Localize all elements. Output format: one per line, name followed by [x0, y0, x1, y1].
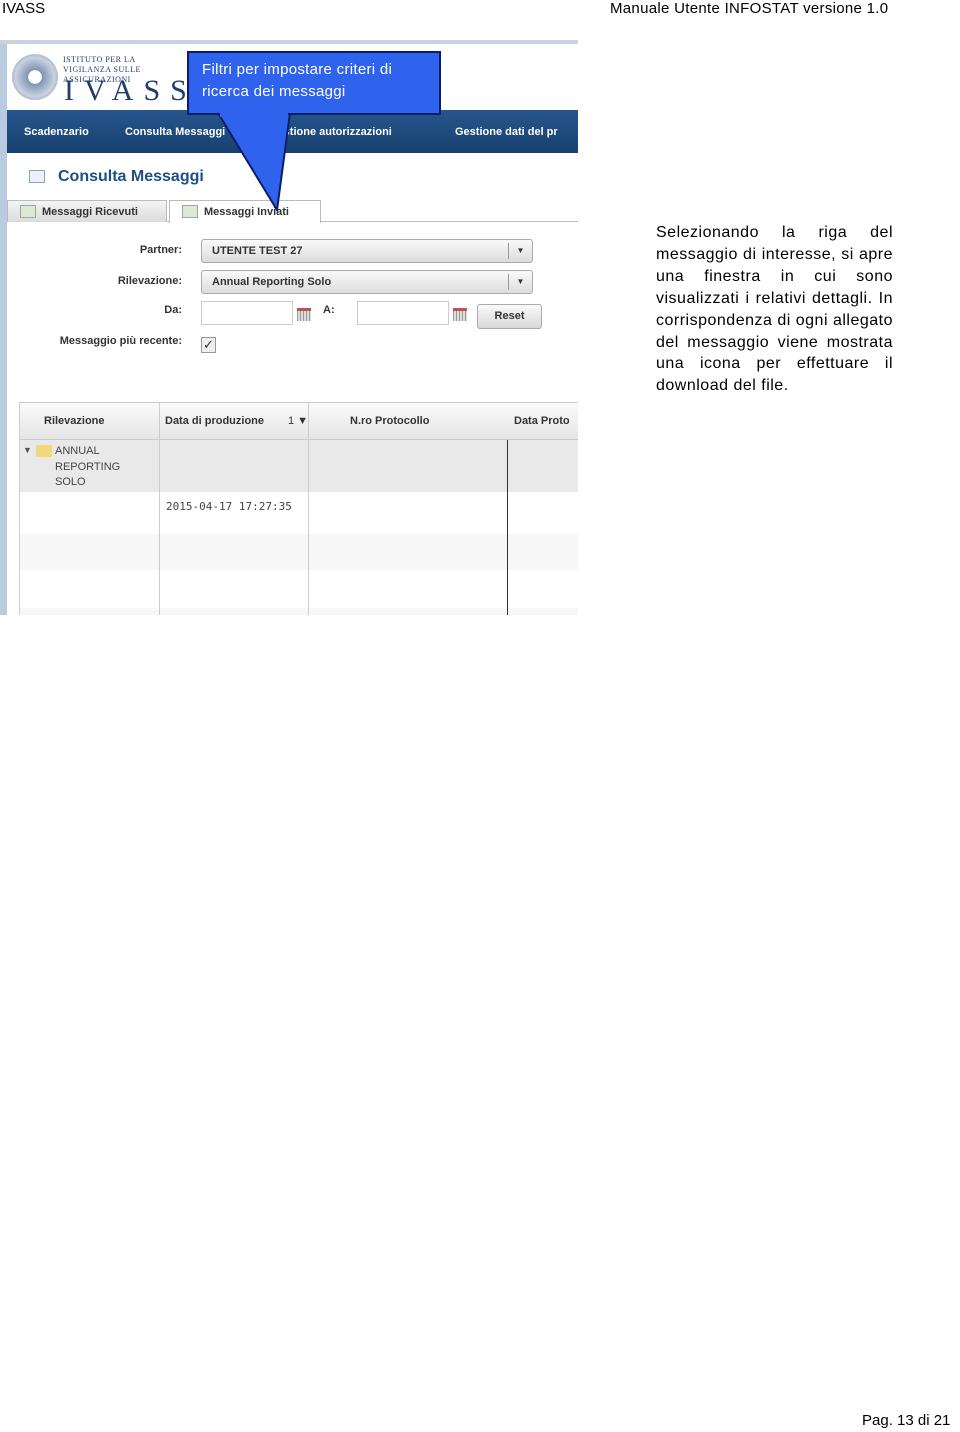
callout-arrow: [216, 112, 292, 213]
rilevazione-select[interactable]: Annual Reporting Solo ▼: [201, 270, 533, 294]
row-stripe: [20, 608, 578, 615]
col-protocollo[interactable]: N.ro Protocollo: [350, 415, 429, 427]
da-label: Da:: [164, 304, 182, 316]
sort-indicator[interactable]: 1 ▼: [288, 415, 308, 427]
partner-value: UTENTE TEST 27: [212, 245, 303, 257]
callout-pointer: [216, 112, 292, 213]
col-rilevazione[interactable]: Rilevazione: [44, 415, 105, 427]
body-text: Selezionando la riga del messaggio di in…: [656, 224, 893, 395]
da-input[interactable]: [201, 301, 293, 325]
col-data-protocollo[interactable]: Data Proto: [514, 415, 570, 427]
a-input[interactable]: [357, 301, 449, 325]
col-divider: [507, 440, 508, 615]
col-data-produzione[interactable]: Data di produzione: [165, 415, 264, 427]
cell-data-produzione[interactable]: 2015-04-17 17:27:35: [166, 500, 292, 513]
group-row[interactable]: ▼ ANNUAL REPORTING SOLO: [20, 440, 578, 492]
recent-checkbox[interactable]: ✓: [201, 337, 216, 353]
group-label: ANNUAL REPORTING SOLO: [55, 445, 121, 488]
header-right: Manuale Utente INFOSTAT versione 1.0: [610, 0, 889, 17]
col-divider: [159, 403, 160, 615]
page-number: Pag. 13 di 21: [862, 1412, 951, 1429]
grid-header: Rilevazione Data di produzione 1 ▼ N.ro …: [20, 403, 578, 440]
recent-label: Messaggio più recente:: [59, 335, 182, 347]
results-grid: Rilevazione Data di produzione 1 ▼ N.ro …: [19, 402, 578, 615]
callout-box: Filtri per impostare criteri di ricerca …: [187, 51, 441, 115]
expand-triangle-icon[interactable]: ▼: [23, 445, 32, 455]
calendar-icon[interactable]: [453, 308, 467, 321]
row-stripe: [20, 534, 578, 570]
partner-label: Partner:: [139, 244, 182, 256]
partner-select[interactable]: UTENTE TEST 27 ▼: [201, 239, 533, 263]
callout-joint: [220, 111, 288, 117]
rilevazione-label: Rilevazione:: [117, 275, 182, 287]
rilevazione-value: Annual Reporting Solo: [212, 276, 332, 288]
chevron-down-icon: ▼: [508, 243, 532, 259]
reset-button[interactable]: Reset: [477, 304, 542, 329]
a-label: A:: [323, 304, 335, 316]
calendar-icon[interactable]: [297, 308, 311, 321]
chevron-down-icon: ▼: [508, 274, 532, 290]
folder-icon: [36, 445, 52, 457]
col-divider: [308, 403, 309, 615]
